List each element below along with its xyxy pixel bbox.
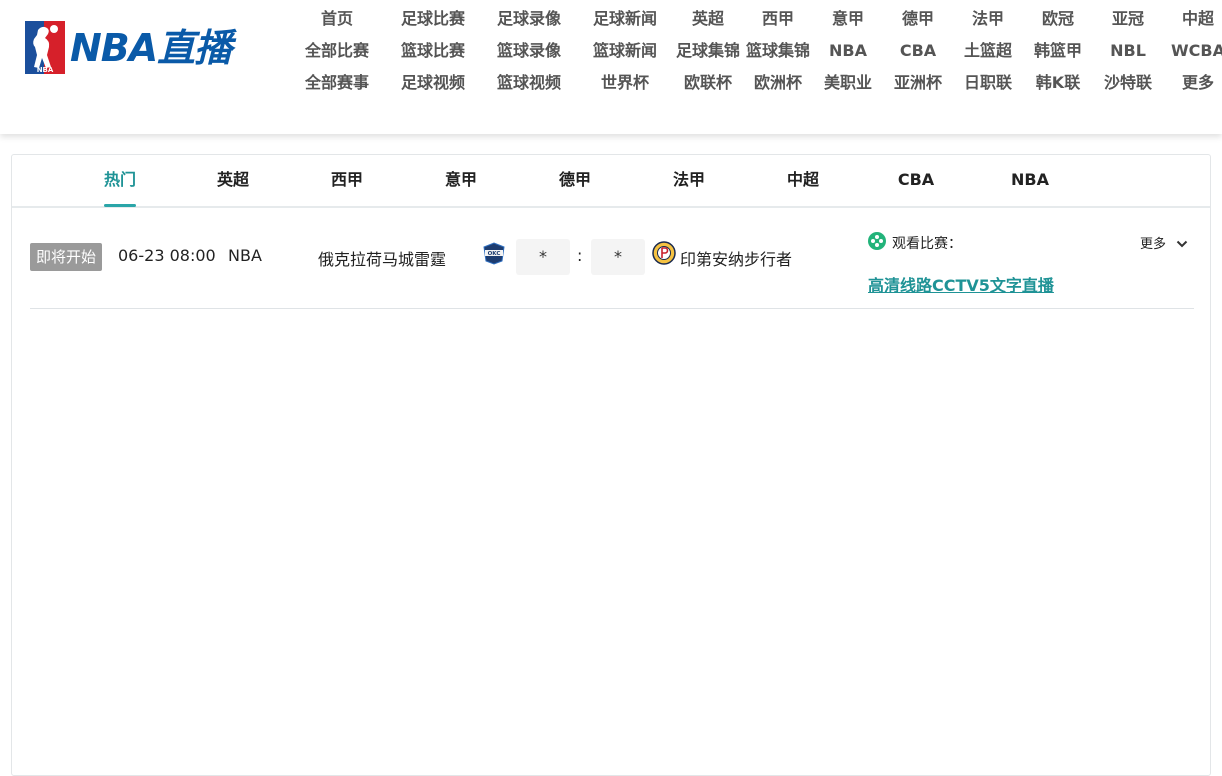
nav-item[interactable]: 篮球比赛 [401,40,465,62]
nav-item[interactable]: 全部赛事 [305,72,369,94]
nba-emblem-icon: NBA [24,20,66,75]
emblem-text: NBA [37,66,54,74]
match-time: 06-23 08:00 [118,246,216,265]
nav-item[interactable]: 足球录像 [497,8,561,30]
home-team-name[interactable]: 俄克拉荷马城雷霆 [318,246,446,270]
tab-item[interactable]: 西甲 [331,155,363,206]
nav-item[interactable]: NBL [1110,40,1146,62]
nav-item[interactable]: 欧联杯 [684,72,732,94]
more-label: 更多 [1140,237,1167,252]
nav-item[interactable]: 足球新闻 [593,8,657,30]
nav-item[interactable]: 日职联 [964,72,1012,94]
nav-item[interactable]: 篮球视频 [497,72,561,94]
nav-item[interactable]: 欧冠 [1042,8,1074,30]
nav-item[interactable]: 法甲 [972,8,1004,30]
tab-item[interactable]: 热门 [103,155,137,207]
stream-link[interactable]: 高清线路CCTV5文字直播 [868,272,1054,296]
away-team-name[interactable]: 印第安纳步行者 [680,246,792,270]
nav-item[interactable]: 足球集锦 [676,40,740,62]
nav-item[interactable]: 亚洲杯 [894,72,942,94]
tab-item[interactable]: 中超 [787,155,819,206]
site-header: NBA NBA直播 首页 足球比赛 足球录像 足球新闻 英超 西甲 意甲 德甲 法甲 欧冠 亚冠 中超… [0,0,1222,134]
chevron-down-icon [1176,237,1188,252]
nav-item[interactable]: WCBA [1171,40,1222,62]
tab-item[interactable]: NBA [1011,155,1049,206]
nav-item[interactable]: 德甲 [902,8,934,30]
nav-item[interactable]: 全部比赛 [305,40,369,62]
nav-item[interactable]: 欧洲杯 [754,72,802,94]
score-separator: : [577,246,583,265]
league-tabs: 热门 英超 西甲 意甲 德甲 法甲 中超 CBA NBA [12,155,1210,208]
status-badge: 即将开始 [30,243,102,271]
nav-item[interactable]: 中超 [1182,8,1214,30]
nav-item[interactable]: 英超 [692,8,724,30]
nav-item[interactable]: 韩篮甲 [1034,40,1082,62]
nav-item[interactable]: 西甲 [762,8,794,30]
nav-item[interactable]: 美职业 [824,72,872,94]
nav-item[interactable]: 篮球集锦 [746,40,810,62]
nav-item[interactable]: 足球比赛 [401,8,465,30]
site-logo[interactable]: NBA NBA直播 [24,20,264,76]
nav-item[interactable]: 沙特联 [1104,72,1152,94]
match-league[interactable]: NBA [228,246,262,265]
brand-name: NBA直播 [70,26,232,70]
nav-item[interactable]: 首页 [321,8,353,30]
nav-item[interactable]: 更多 [1182,72,1214,94]
nav-item[interactable]: 韩K联 [1036,72,1080,94]
nav-item[interactable]: 篮球新闻 [593,40,657,62]
tab-item[interactable]: 法甲 [673,155,705,206]
nav-item[interactable]: 土篮超 [964,40,1012,62]
tab-item[interactable]: 英超 [217,155,249,206]
home-score: * [516,239,570,275]
watch-game-icon [868,232,886,250]
watch-label: 观看比赛： [892,236,962,252]
nav-item[interactable]: CBA [900,40,936,62]
nav-item[interactable]: 亚冠 [1112,8,1144,30]
tab-item[interactable]: CBA [898,155,934,206]
nav-item[interactable]: 意甲 [832,8,864,30]
schedule-panel: 热门 英超 西甲 意甲 德甲 法甲 中超 CBA NBA 即将开始 06-23 08:00 NB… [11,154,1211,776]
tab-item[interactable]: 意甲 [445,155,477,206]
indiana-pacers-logo-icon [652,241,676,265]
more-dropdown[interactable]: 更多 [1140,233,1188,252]
match-row[interactable]: 即将开始 06-23 08:00 NBA 俄克拉荷马城雷霆 OKC * : * … [30,215,1194,309]
tab-item[interactable]: 德甲 [559,155,591,206]
svg-text:OKC: OKC [488,251,501,257]
okc-thunder-logo-icon: OKC [482,241,506,265]
nav-item[interactable]: NBA [829,40,867,62]
nav-item[interactable]: 足球视频 [401,72,465,94]
nav-item[interactable]: 世界杯 [601,72,649,94]
nav-item[interactable]: 篮球录像 [497,40,561,62]
away-score: * [591,239,645,275]
